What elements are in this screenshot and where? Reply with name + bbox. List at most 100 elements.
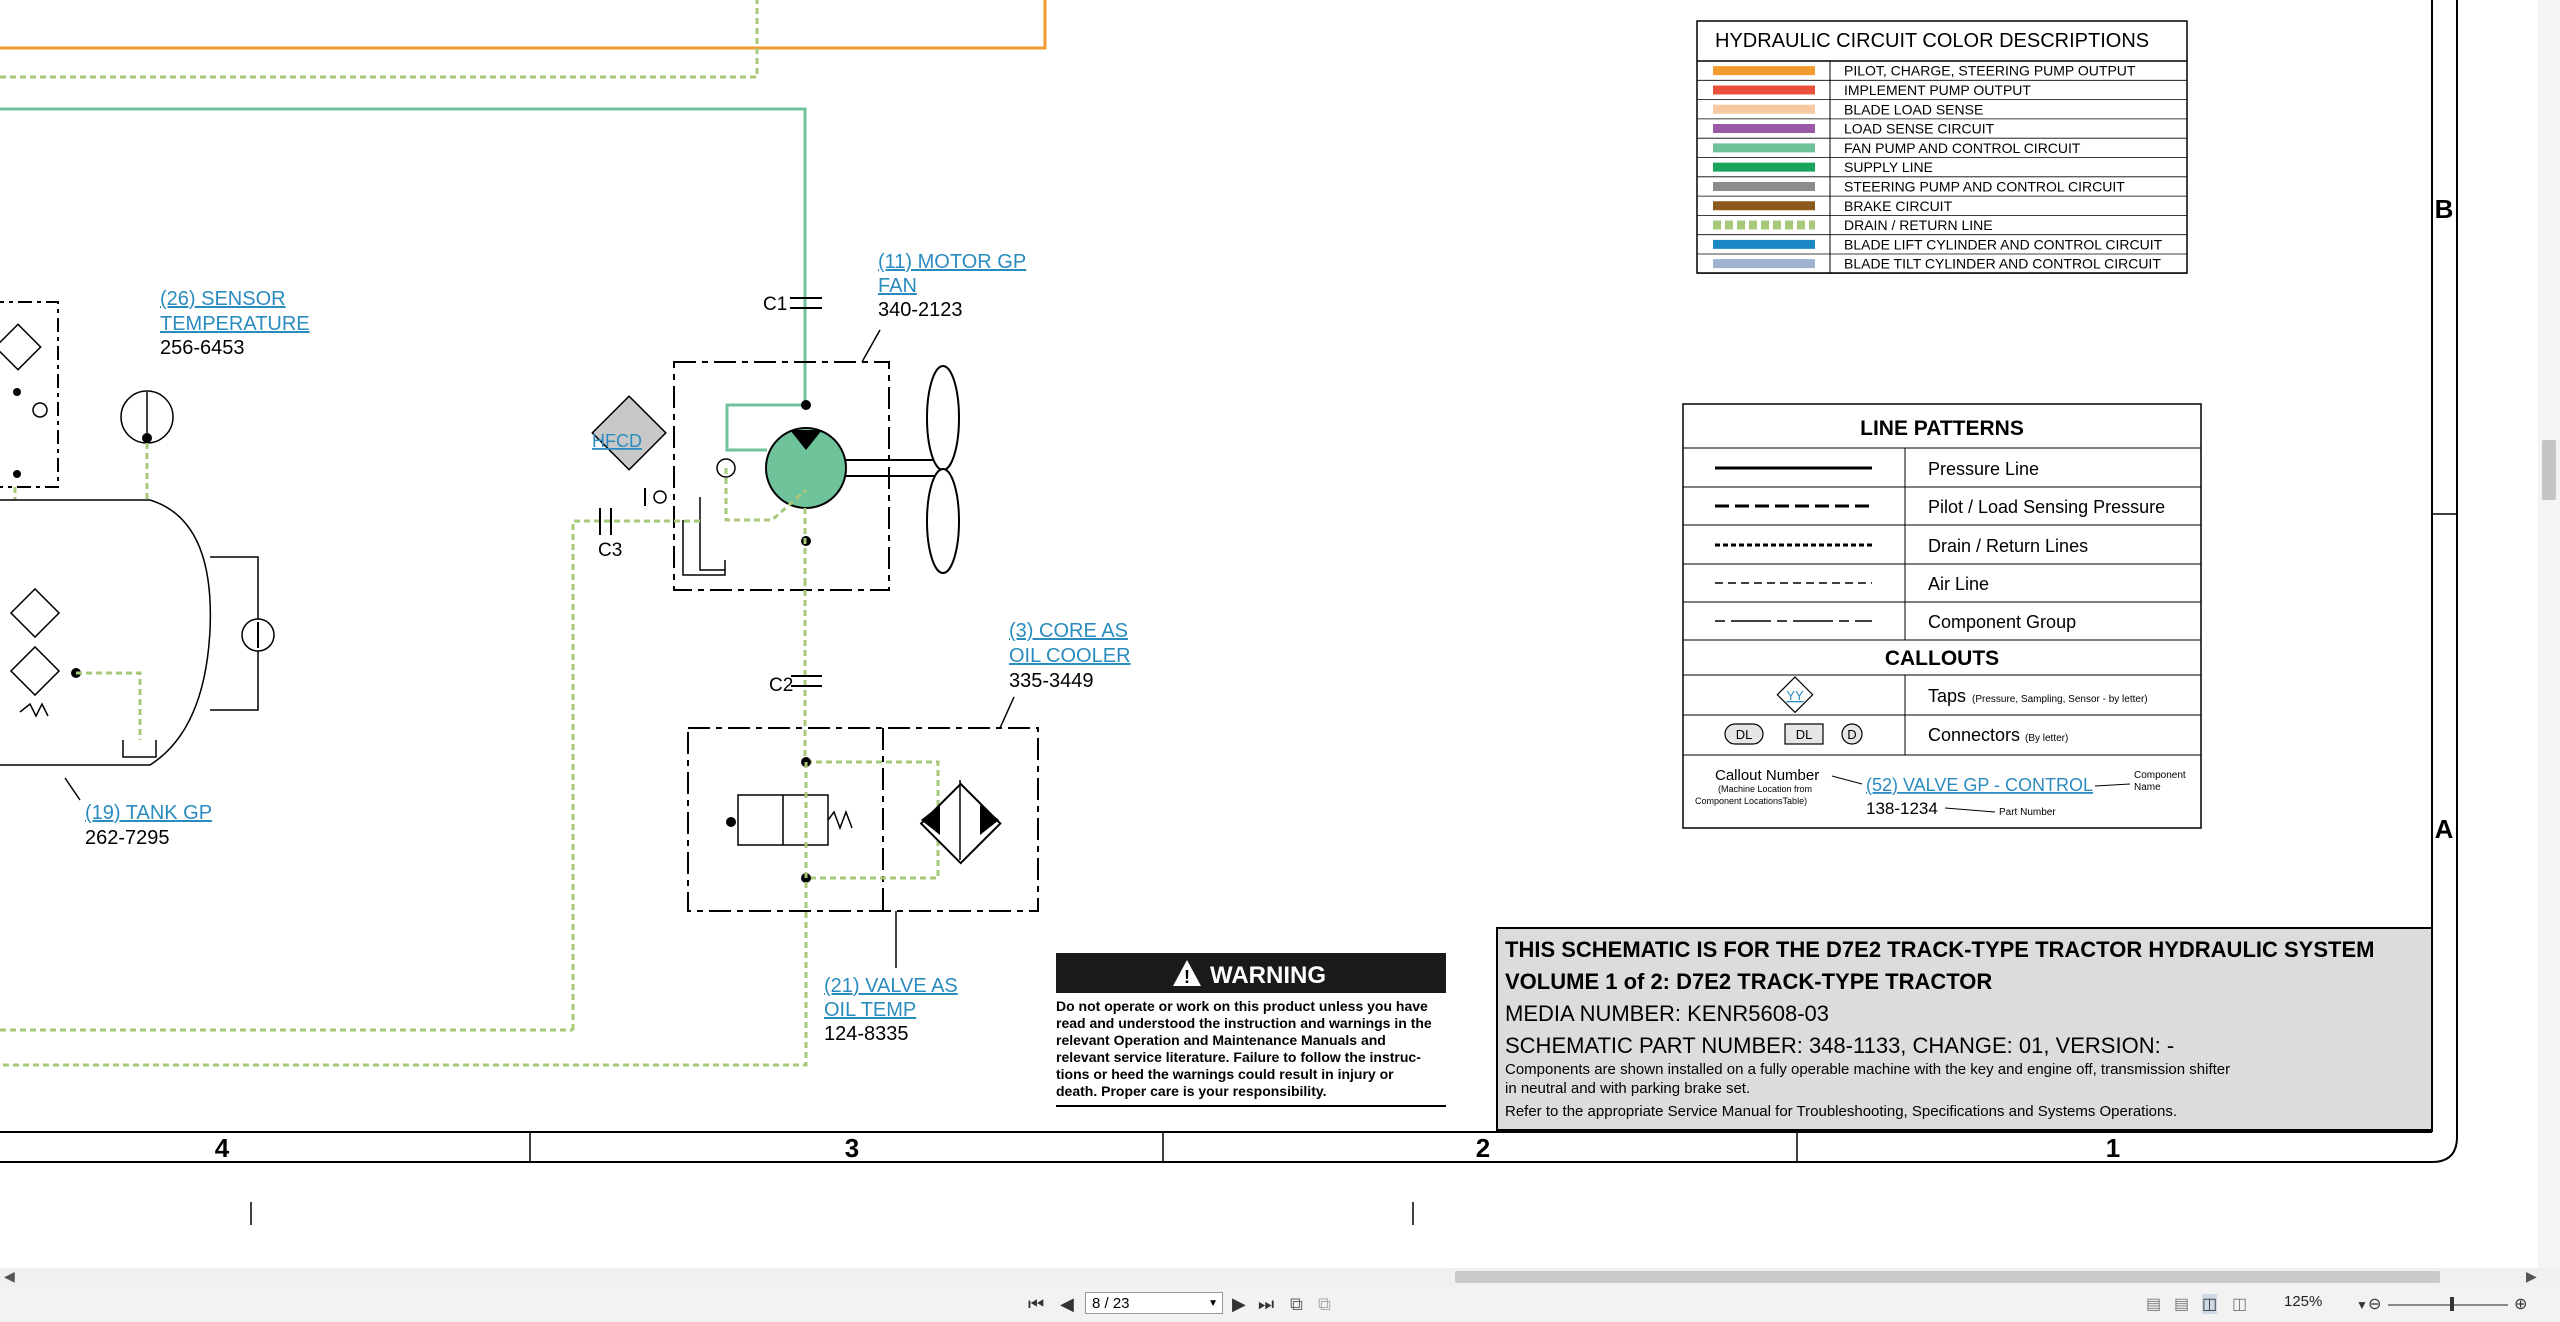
color-descriptions-table: HYDRAULIC CIRCUIT COLOR DESCRIPTIONS PIL… bbox=[1696, 20, 2188, 274]
sensor-link-line2[interactable]: TEMPERATURE bbox=[160, 313, 310, 335]
media-number: MEDIA NUMBER: KENR5608-03 bbox=[1505, 1001, 1829, 1026]
color-row-label: LOAD SENSE CIRCUIT bbox=[1844, 121, 1995, 137]
valve-link-line1[interactable]: (21) VALVE AS bbox=[824, 975, 958, 997]
zoom-slider-track[interactable] bbox=[2388, 1304, 2508, 1306]
vertical-scrollbar[interactable] bbox=[2538, 0, 2560, 1268]
title-line-1: THIS SCHEMATIC IS FOR THE D7E2 TRACK-TYP… bbox=[1505, 937, 2374, 962]
color-row-label: STEERING PUMP AND CONTROL CIRCUIT bbox=[1844, 178, 2125, 194]
color-row-label: IMPLEMENT PUMP OUTPUT bbox=[1844, 82, 2031, 98]
taps-label: Taps bbox=[1928, 686, 1966, 706]
cooler-link-line2[interactable]: OIL COOLER bbox=[1009, 645, 1131, 667]
zoom-level[interactable]: 125% bbox=[2284, 1293, 2322, 1310]
two-page-continuous-icon[interactable]: ◫ bbox=[2232, 1294, 2247, 1314]
pilot-line bbox=[0, 0, 1047, 50]
grid-col-1: 1 bbox=[2106, 1133, 2120, 1163]
schematic-canvas: C1 HFCD C3 (11) MOTOR GP FAN 340-2123 C2 bbox=[0, 0, 2458, 1225]
motor-link-line2[interactable]: FAN bbox=[878, 275, 917, 297]
warning-line-2: read and understood the instruction and … bbox=[1056, 1015, 1432, 1031]
continuous-page-icon[interactable]: ▤ bbox=[2174, 1294, 2189, 1314]
color-row-label: SUPPLY LINE bbox=[1844, 159, 1933, 175]
zoom-out-icon[interactable]: ⊖ bbox=[2368, 1294, 2381, 1314]
conn-b: DL bbox=[1796, 727, 1813, 742]
zoom-slider-handle[interactable] bbox=[2450, 1297, 2454, 1311]
previous-view-icon[interactable]: ⧉ bbox=[1290, 1294, 1303, 1315]
motor-link-line1[interactable]: (11) MOTOR GP bbox=[878, 251, 1026, 273]
connectors-label: Connectors bbox=[1928, 725, 2020, 745]
tap-symbol: YY bbox=[1786, 688, 1804, 703]
connectors-note: (By letter) bbox=[2025, 733, 2068, 744]
sensor-part: 256-6453 bbox=[160, 337, 245, 359]
grid-row-b: B bbox=[2435, 194, 2454, 224]
callouts-title: CALLOUTS bbox=[1885, 647, 1999, 670]
pattern-drain: Drain / Return Lines bbox=[1928, 536, 2088, 556]
vertical-scroll-thumb[interactable] bbox=[2542, 440, 2556, 500]
page-dropdown-icon[interactable]: ▼ bbox=[1208, 1293, 1218, 1315]
next-page-icon[interactable]: ▶ bbox=[1232, 1294, 1246, 1315]
page-navigation: ⏮ ◀ ▶ ⏭ ⧉ ⧉ ▤ ▤ ◫ ◫ ▼ ⊖ ⊕ bbox=[0, 1290, 2560, 1321]
title-block: THIS SCHEMATIC IS FOR THE D7E2 TRACK-TYP… bbox=[1496, 927, 2433, 1131]
valve-link-line2[interactable]: OIL TEMP bbox=[824, 999, 916, 1021]
schematic-part-number: SCHEMATIC PART NUMBER: 348-1133, CHANGE:… bbox=[1505, 1033, 2174, 1058]
scroll-left-icon[interactable]: ◀ bbox=[4, 1268, 15, 1285]
pattern-pressure: Pressure Line bbox=[1928, 459, 2039, 479]
color-row-label: BLADE LIFT CYLINDER AND CONTROL CIRCUIT bbox=[1844, 236, 2163, 252]
warning-box: ! WARNING Do not operate or work on this… bbox=[1056, 953, 1446, 1107]
note-line-3: Refer to the appropriate Service Manual … bbox=[1505, 1103, 2177, 1120]
fan-supply-line bbox=[0, 107, 807, 405]
part-number-note: Part Number bbox=[1999, 807, 2056, 818]
pattern-air: Air Line bbox=[1928, 574, 1989, 594]
color-row-label: BLADE TILT CYLINDER AND CONTROL CIRCUIT bbox=[1844, 256, 2161, 272]
page-number-input[interactable]: 8 / 23 ▼ bbox=[1085, 1292, 1223, 1314]
callout-note-1: (Machine Location from bbox=[1718, 784, 1812, 794]
callout-note-2: Component LocationsTable) bbox=[1695, 796, 1807, 806]
previous-page-icon[interactable]: ◀ bbox=[1060, 1294, 1074, 1315]
two-page-icon[interactable]: ◫ bbox=[2202, 1294, 2218, 1314]
color-table-title: HYDRAULIC CIRCUIT COLOR DESCRIPTIONS bbox=[1715, 30, 2149, 52]
tank-link[interactable]: (19) TANK GP bbox=[85, 802, 212, 824]
svg-text:!: ! bbox=[1184, 967, 1190, 987]
grid-row-a: A bbox=[2435, 814, 2454, 844]
line-patterns-title: LINE PATTERNS bbox=[1860, 417, 2024, 440]
conn-a: DL bbox=[1736, 727, 1753, 742]
last-page-icon[interactable]: ⏭ bbox=[1258, 1294, 1274, 1315]
taps-note: (Pressure, Sampling, Sensor - by letter) bbox=[1972, 694, 2148, 705]
color-row-label: DRAIN / RETURN LINE bbox=[1844, 217, 1993, 233]
scroll-right-icon[interactable]: ▶ bbox=[2526, 1268, 2537, 1285]
cooler-part: 335-3449 bbox=[1009, 670, 1094, 692]
c1-label: C1 bbox=[763, 294, 787, 315]
component-name-2: Name bbox=[2134, 782, 2161, 793]
drain-line-c3 bbox=[571, 519, 700, 1030]
pattern-pilot: Pilot / Load Sensing Pressure bbox=[1928, 497, 2165, 517]
example-callout-link[interactable]: (52) VALVE GP - CONTROL bbox=[1866, 775, 2093, 795]
c2-label: C2 bbox=[769, 675, 793, 696]
color-row-label: PILOT, CHARGE, STEERING PUMP OUTPUT bbox=[1844, 63, 2136, 79]
warning-title: WARNING bbox=[1210, 962, 1326, 989]
color-row-label: BRAKE CIRCUIT bbox=[1844, 198, 1953, 214]
callout-number-label: Callout Number bbox=[1715, 767, 1819, 784]
page-number-value: 8 / 23 bbox=[1092, 1295, 1130, 1312]
first-page-icon[interactable]: ⏮ bbox=[1028, 1294, 1044, 1315]
tank-part: 262-7295 bbox=[85, 827, 170, 849]
component-name-1: Component bbox=[2134, 770, 2186, 781]
fan-icon bbox=[926, 365, 960, 471]
hfcd-link[interactable]: HFCD bbox=[592, 431, 642, 451]
warning-line-6: death. Proper care is your responsibilit… bbox=[1056, 1083, 1327, 1099]
cooler-link-line1[interactable]: (3) CORE AS bbox=[1009, 620, 1128, 642]
line-patterns-legend: LINE PATTERNS Pressure Line Pilot / Load… bbox=[1682, 403, 2202, 829]
note-line-1: Components are shown installed on a full… bbox=[1505, 1061, 2230, 1078]
conn-c: D bbox=[1847, 727, 1856, 742]
next-view-icon[interactable]: ⧉ bbox=[1318, 1294, 1331, 1315]
single-page-icon[interactable]: ▤ bbox=[2146, 1294, 2161, 1314]
example-part: 138-1234 bbox=[1866, 799, 1938, 818]
zoom-dropdown-icon[interactable]: ▼ bbox=[2356, 1298, 2368, 1312]
grid-col-3: 3 bbox=[845, 1133, 859, 1163]
zoom-in-icon[interactable]: ⊕ bbox=[2514, 1294, 2527, 1314]
motor-part: 340-2123 bbox=[878, 299, 963, 321]
horizontal-scroll-thumb[interactable] bbox=[1455, 1271, 2440, 1283]
horizontal-scrollbar[interactable]: ◀ ▶ bbox=[0, 1268, 2560, 1286]
warning-line-1: Do not operate or work on this product u… bbox=[1056, 998, 1428, 1014]
pattern-component-group: Component Group bbox=[1928, 612, 2076, 632]
valve-part: 124-8335 bbox=[824, 1023, 909, 1045]
note-line-2: in neutral and with parking brake set. bbox=[1505, 1080, 1750, 1097]
sensor-link-line1[interactable]: (26) SENSOR bbox=[160, 288, 286, 310]
